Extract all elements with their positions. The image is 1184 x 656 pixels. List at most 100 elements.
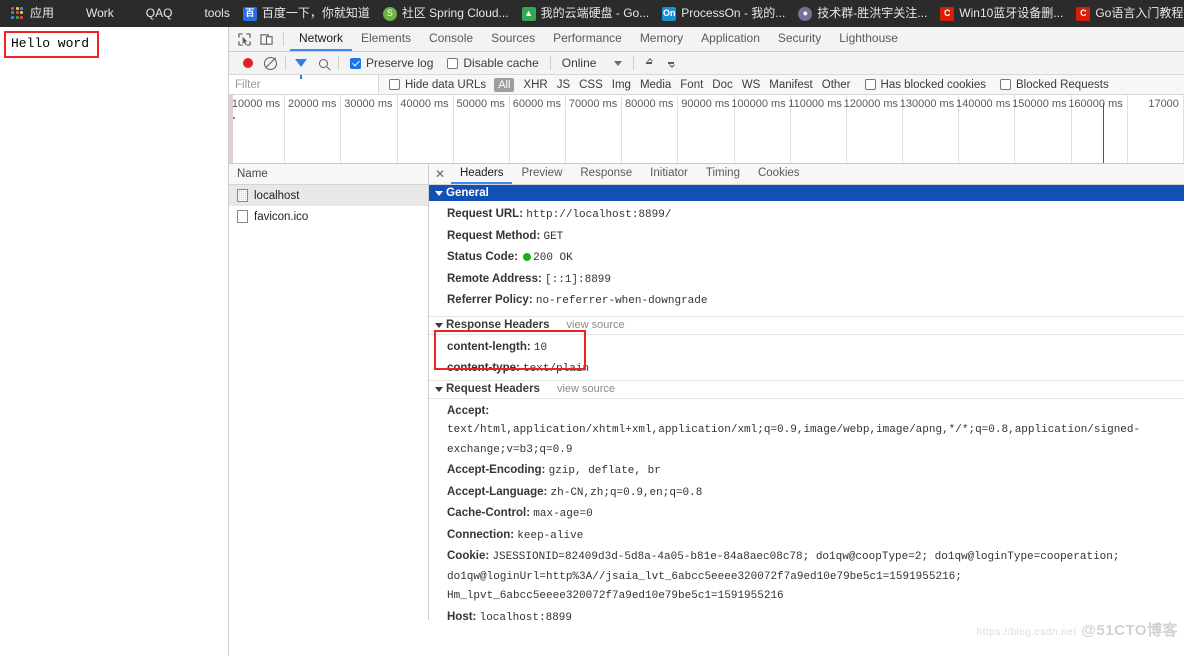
export-har-button[interactable] bbox=[660, 57, 682, 69]
type-filter-media[interactable]: Media bbox=[640, 79, 671, 91]
type-filter-other[interactable]: Other bbox=[822, 79, 851, 91]
header-row: Connection: keep-alive bbox=[429, 525, 1184, 547]
tab-lighthouse[interactable]: Lighthouse bbox=[830, 27, 907, 51]
throttling-value: Online bbox=[561, 56, 597, 70]
has-blocked-cookies-checkbox[interactable]: Has blocked cookies bbox=[864, 79, 986, 91]
header-value: gzip, deflate, br bbox=[548, 465, 661, 477]
section-title-response-headers: Response Headers bbox=[446, 319, 550, 331]
section-header-request-headers[interactable]: Request Headers view source bbox=[429, 379, 1184, 399]
header-name: Accept-Language: bbox=[447, 485, 548, 498]
inspect-element-icon[interactable] bbox=[233, 27, 255, 51]
type-filter-font[interactable]: Font bbox=[680, 79, 703, 91]
overview-tick: 100000 ms bbox=[731, 95, 791, 163]
section-header-response-headers[interactable]: Response Headers view source bbox=[429, 315, 1184, 335]
record-button[interactable] bbox=[237, 58, 259, 68]
bookmark-item[interactable]: tools bbox=[180, 3, 237, 24]
detail-tab-initiator[interactable]: Initiator bbox=[641, 164, 697, 184]
throttling-select[interactable]: Online bbox=[555, 56, 630, 70]
bookmark-item[interactable]: Work bbox=[62, 3, 122, 24]
network-overview-timeline[interactable]: 10000 ms 20000 ms 30000 ms 40000 ms 50000 ms… bbox=[229, 95, 1184, 164]
type-filter-img[interactable]: Img bbox=[612, 79, 631, 91]
tab-performance[interactable]: Performance bbox=[544, 27, 631, 51]
tab-security[interactable]: Security bbox=[769, 27, 830, 51]
import-har-button[interactable] bbox=[638, 57, 660, 69]
apps-grid-icon bbox=[11, 6, 25, 21]
view-source-link-request[interactable]: view source bbox=[557, 383, 615, 395]
bookmark-item[interactable]: S 社区 Spring Cloud... bbox=[378, 3, 517, 24]
header-name: Connection: bbox=[447, 528, 515, 541]
detail-tab-preview[interactable]: Preview bbox=[512, 164, 571, 184]
type-filter-xhr[interactable]: XHR bbox=[523, 79, 547, 91]
network-split-pane: Name localhost favicon.ico ✕ Headers Previ… bbox=[229, 164, 1184, 620]
section-header-general[interactable]: General bbox=[429, 185, 1184, 201]
preserve-log-label: Preserve log bbox=[366, 56, 434, 70]
devtools-panel: Network Elements Console Sources Performance… bbox=[228, 27, 1184, 656]
bookmark-item[interactable]: 应用 bbox=[6, 3, 62, 24]
chevron-down-icon bbox=[435, 190, 443, 196]
header-row: Cookie: JSESSIONID=82409d3d-5d8a-4a05-b8… bbox=[429, 546, 1184, 607]
tab-console[interactable]: Console bbox=[420, 27, 482, 51]
tab-elements[interactable]: Elements bbox=[352, 27, 420, 51]
bookmark-label: ProcessOn - 我的... bbox=[681, 6, 786, 20]
bookmark-item[interactable]: ▲ 我的云端硬盘 - Go... bbox=[517, 3, 658, 24]
overview-tick-label: 10000 ms bbox=[231, 98, 281, 110]
tab-sources[interactable]: Sources bbox=[482, 27, 544, 51]
header-row: Request URL: http://localhost:8899/ bbox=[429, 204, 1184, 226]
filter-input[interactable] bbox=[229, 75, 379, 94]
network-toolbar: Preserve log Disable cache Online bbox=[229, 52, 1184, 79]
overview-tick: 50000 ms bbox=[454, 95, 510, 163]
folder-icon bbox=[67, 7, 81, 21]
bookmark-item[interactable]: C Go语言入门教程，... bbox=[1071, 3, 1184, 24]
header-row: content-length: 10 bbox=[429, 337, 1184, 359]
tab-application[interactable]: Application bbox=[692, 27, 769, 51]
bookmark-item[interactable]: 百百度一下，你就知道 bbox=[238, 3, 378, 24]
type-filter-doc[interactable]: Doc bbox=[712, 79, 732, 91]
type-filter-css[interactable]: CSS bbox=[579, 79, 603, 91]
hide-data-urls-label: Hide data URLs bbox=[405, 78, 487, 91]
overview-tick: 17000 bbox=[1128, 95, 1184, 163]
table-row[interactable]: favicon.ico bbox=[229, 206, 428, 227]
hide-data-urls-checkbox[interactable]: Hide data URLs bbox=[389, 79, 486, 91]
bookmark-item[interactable]: ● 技术群-胜洪宇关注... bbox=[793, 3, 935, 24]
overview-tick-label: 110000 ms bbox=[788, 98, 842, 110]
close-icon[interactable]: ✕ bbox=[429, 164, 451, 184]
tab-memory[interactable]: Memory bbox=[631, 27, 692, 51]
header-value: max-age=0 bbox=[533, 508, 593, 520]
document-icon bbox=[237, 189, 248, 202]
search-button[interactable] bbox=[312, 58, 334, 68]
document-icon bbox=[237, 210, 248, 223]
toolbar-divider bbox=[549, 56, 551, 70]
bookmark-item[interactable]: On ProcessOn - 我的... bbox=[657, 3, 793, 24]
bookmark-item[interactable]: QAQ bbox=[122, 3, 181, 24]
tab-network[interactable]: Network bbox=[290, 27, 353, 51]
detail-tab-headers[interactable]: Headers bbox=[451, 164, 513, 184]
header-row: Remote Address: [::1]:8899 bbox=[429, 269, 1184, 291]
toolbar-divider bbox=[285, 56, 286, 70]
blocked-requests-checkbox[interactable]: Blocked Requests bbox=[1000, 79, 1109, 91]
detail-tab-response[interactable]: Response bbox=[571, 164, 641, 184]
bookmark-item[interactable]: C Win10蓝牙设备删... bbox=[935, 3, 1071, 24]
google-drive-icon: ▲ bbox=[521, 6, 536, 21]
checkbox-icon bbox=[389, 79, 400, 90]
detail-tab-timing[interactable]: Timing bbox=[697, 164, 749, 184]
type-filter-all[interactable]: All bbox=[494, 77, 515, 92]
filter-toggle-button[interactable] bbox=[290, 59, 312, 79]
overview-tick-label: 20000 ms bbox=[288, 98, 337, 110]
table-row[interactable]: localhost bbox=[229, 185, 428, 206]
disable-cache-checkbox[interactable]: Disable cache bbox=[440, 56, 545, 70]
preserve-log-checkbox[interactable]: Preserve log bbox=[343, 56, 440, 70]
type-filter-ws[interactable]: WS bbox=[742, 79, 761, 91]
clear-button[interactable] bbox=[259, 56, 281, 70]
type-filter-manifest[interactable]: Manifest bbox=[769, 79, 812, 91]
view-source-link-response[interactable]: view source bbox=[567, 319, 625, 331]
header-name: Request Method: bbox=[447, 229, 541, 242]
checkbox-icon bbox=[447, 57, 459, 69]
header-row: Cache-Control: max-age=0 bbox=[429, 503, 1184, 525]
folder-icon bbox=[185, 7, 199, 21]
type-filter-js[interactable]: JS bbox=[557, 79, 570, 91]
overview-tick: 90000 ms bbox=[678, 95, 735, 163]
detail-tab-cookies[interactable]: Cookies bbox=[749, 164, 809, 184]
toggle-device-toolbar-icon[interactable] bbox=[255, 27, 277, 51]
network-filter-bar: Hide data URLs All XHR JS CSS Img Media Font Do… bbox=[229, 75, 1184, 95]
bookmark-label: 我的云端硬盘 - Go... bbox=[540, 6, 650, 20]
